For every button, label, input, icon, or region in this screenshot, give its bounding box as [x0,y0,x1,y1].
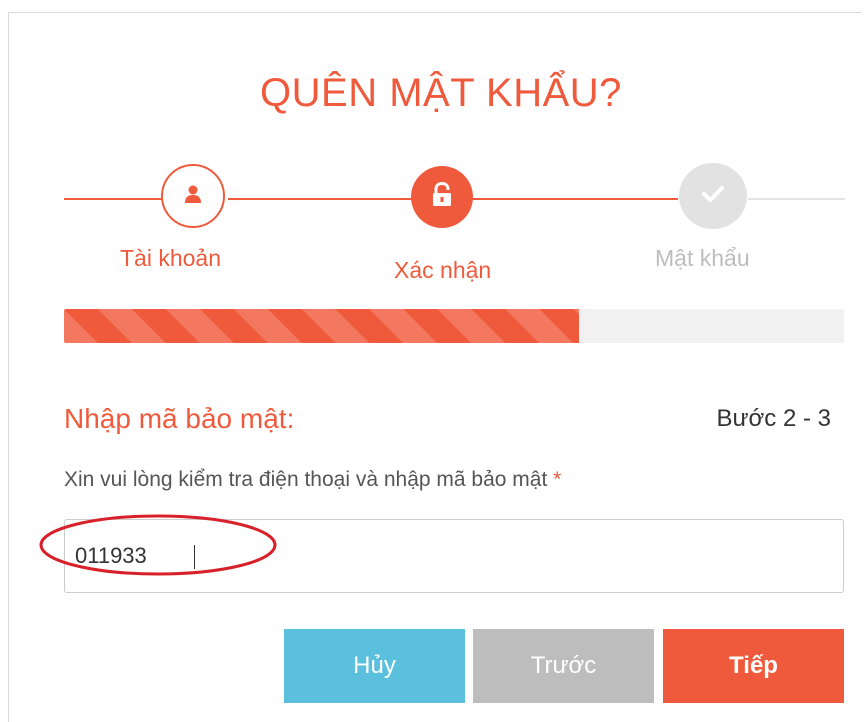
stepper-line-1-2 [228,198,412,200]
check-icon [702,185,724,208]
section-heading: Nhập mã bảo mật: [64,403,295,434]
page: QUÊN MẬT KHẨU? Tài khoản Xác nhận Mật kh… [0,0,865,722]
progress-bar [64,309,844,343]
stepper-line-left [64,198,162,200]
forgot-password-dialog: QUÊN MẬT KHẨU? Tài khoản Xác nhận Mật kh… [8,12,861,722]
cancel-button[interactable]: Hủy [284,629,465,703]
unlock-icon [431,181,453,213]
progress-bar-fill [64,309,579,343]
previous-button[interactable]: Trước [473,629,654,703]
stepper-line-right [748,198,845,200]
text-caret [194,545,195,569]
step-password [679,163,747,229]
step-label-account: Tài khoản [120,245,222,271]
security-code-input[interactable] [64,519,844,593]
user-icon [184,184,202,209]
dialog-title: QUÊN MẬT KHẨU? [260,71,622,115]
step-verify [411,166,473,228]
required-marker: * [553,468,562,491]
next-button[interactable]: Tiếp [663,629,844,703]
stepper-line-2-3 [472,198,678,200]
security-code-label-text: Xin vui lòng kiểm tra điện thoại và nhập… [64,468,548,491]
step-label-verify: Xác nhận [394,257,492,283]
step-account [161,164,225,228]
step-counter: Bước 2 - 3 [716,405,831,432]
step-label-password: Mật khẩu [655,245,750,271]
security-code-label: Xin vui lòng kiểm tra điện thoại và nhập… [64,468,561,492]
